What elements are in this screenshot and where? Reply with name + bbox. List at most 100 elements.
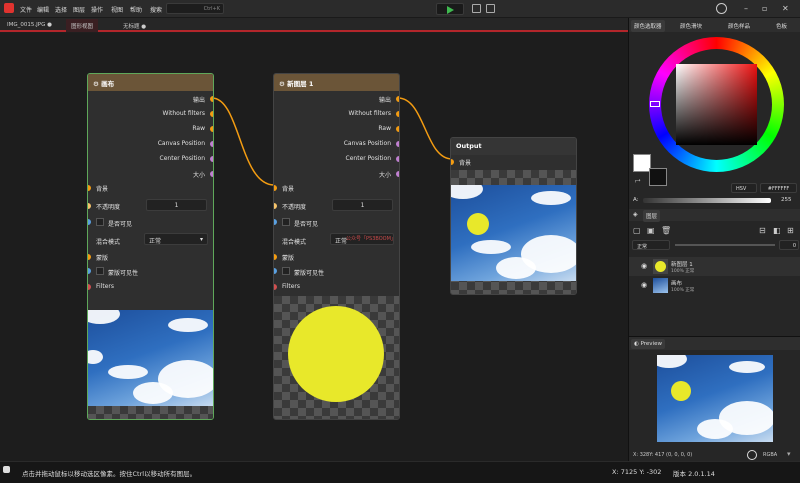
background-port[interactable] [88, 185, 91, 191]
color-sample-icon[interactable] [747, 450, 757, 460]
wire-canvas-to-layer [211, 97, 275, 186]
alpha-value: 255 [781, 197, 792, 203]
close-icon[interactable]: ✕ [782, 4, 789, 13]
eye-icon[interactable]: ◉ [641, 281, 647, 289]
visible-checkbox[interactable] [282, 218, 290, 226]
background-input-label: 背景 [282, 186, 295, 193]
output-node-header[interactable]: Output [451, 138, 576, 155]
output-background-port[interactable] [451, 159, 454, 165]
new-layer-icon[interactable]: ▢ [633, 226, 641, 235]
mask-visible-checkbox[interactable] [282, 267, 290, 275]
layout-icon[interactable] [486, 4, 495, 13]
status-position: X: 7125 Y: -302 [612, 468, 662, 476]
layer-row[interactable]: ◉ 新图层 1 100% 正常 [629, 257, 800, 276]
eye-icon[interactable]: ◉ [641, 262, 647, 270]
output-node[interactable]: Output 背景 [450, 137, 577, 295]
menu-operation[interactable]: 操作 [91, 5, 103, 14]
visible-port[interactable] [274, 219, 277, 225]
new-group-icon[interactable]: ▣ [647, 226, 655, 235]
menu-help[interactable]: 帮助 [130, 5, 142, 14]
center-position-port[interactable] [396, 156, 399, 162]
minimize-icon[interactable]: – [744, 4, 748, 13]
wire-layer-to-output [397, 97, 453, 160]
color-format: RGBA [763, 452, 778, 458]
dropdown-icon[interactable]: ▾ [787, 450, 791, 458]
center-position-port[interactable] [210, 156, 213, 162]
saturation-value-square[interactable] [676, 64, 757, 145]
size-label: 大小 [378, 172, 391, 179]
raw-port[interactable] [396, 126, 399, 132]
canvas-position-port[interactable] [396, 141, 399, 147]
hue-handle[interactable] [650, 101, 660, 107]
maximize-icon[interactable]: ▫ [762, 4, 767, 13]
opacity-port[interactable] [88, 203, 91, 209]
layers-header: ◈ 图层 [629, 209, 800, 222]
raw-port[interactable] [210, 126, 213, 132]
menu-layer[interactable]: 图层 [73, 5, 85, 14]
alpha-slider[interactable] [643, 198, 771, 203]
background-port[interactable] [274, 185, 277, 191]
canvas-position-port[interactable] [210, 141, 213, 147]
size-port[interactable] [210, 171, 213, 177]
layers-icon: ◈ [633, 211, 638, 218]
menu-edit[interactable]: 编辑 [37, 5, 49, 14]
search-input[interactable]: Ctrl+K [166, 3, 224, 14]
without-filters-port[interactable] [396, 111, 399, 117]
canvas-node-header[interactable]: ⚙ 画布 [88, 74, 213, 91]
secondary-color-swatch[interactable] [649, 168, 667, 186]
layer-row[interactable]: ◉ 画布 100% 正常 [629, 276, 800, 295]
tab-untitled[interactable]: 无标题 ● [118, 19, 151, 32]
output-port-label: 输出 [378, 97, 391, 104]
visible-port[interactable] [88, 219, 91, 225]
visible-checkbox[interactable] [96, 218, 104, 226]
tab-swatches[interactable]: 色板 [773, 20, 790, 32]
output-port[interactable] [396, 96, 399, 102]
size-port[interactable] [396, 171, 399, 177]
canvas-node[interactable]: ⚙ 画布 输出 Without filters Raw Canvas Posit… [87, 73, 214, 420]
mask-visible-checkbox[interactable] [96, 267, 104, 275]
tab-color-picker[interactable]: 颜色选取器 [631, 20, 665, 32]
tab-preview[interactable]: ◐ Preview [631, 339, 665, 349]
layer-node-header[interactable]: ⚙ 新图层 1 [274, 74, 399, 91]
node-canvas[interactable]: ⚙ 画布 输出 Without filters Raw Canvas Posit… [0, 33, 628, 461]
layer-node[interactable]: ⚙ 新图层 1 输出 Without filters Raw Canvas Po… [273, 73, 400, 420]
filters-port[interactable] [88, 284, 91, 290]
output-port[interactable] [210, 96, 213, 102]
swap-colors-icon[interactable]: ⮣ [635, 176, 641, 185]
mask-port[interactable] [274, 254, 277, 260]
layer-opacity-slider[interactable] [675, 244, 775, 246]
user-icon[interactable] [716, 3, 727, 14]
tab-img[interactable]: IMG_0015.JPG ● [2, 19, 57, 32]
hex-input[interactable]: #FFFFFF [760, 183, 797, 193]
opacity-input[interactable]: 1 [332, 199, 393, 211]
filters-port[interactable] [274, 284, 277, 290]
mask-visible-port[interactable] [88, 268, 91, 274]
mask-icon[interactable]: ◧ [773, 226, 781, 235]
tab-color-sliders[interactable]: 颜色滑块 [677, 20, 705, 32]
layer-opacity-input[interactable]: 0 [779, 240, 799, 250]
tab-color-samples[interactable]: 颜色样品 [725, 20, 753, 32]
mask-visible-label: 蒙版可见性 [294, 270, 325, 277]
opacity-port[interactable] [274, 203, 277, 209]
mask-port[interactable] [88, 254, 91, 260]
without-filters-port[interactable] [210, 111, 213, 117]
lock-icon[interactable]: ⊟ [759, 226, 766, 235]
run-button[interactable] [436, 3, 464, 15]
tab-graph-view[interactable]: 图形视图 [66, 19, 99, 32]
layer-blend-select[interactable]: 正常 [632, 240, 670, 250]
delete-layer-icon[interactable]: 🗑 [661, 226, 671, 235]
layer-settings-icon[interactable]: ⊞ [787, 226, 794, 235]
play-icon [447, 6, 454, 14]
menu-view[interactable]: 视图 [111, 5, 123, 14]
node-graph-icon[interactable] [472, 4, 481, 13]
menu-select[interactable]: 选择 [55, 5, 67, 14]
opacity-input[interactable]: 1 [146, 199, 207, 211]
color-mode-select[interactable]: HSV [731, 183, 757, 193]
layers-title[interactable]: 图层 [643, 210, 661, 222]
hue-wheel[interactable] [649, 37, 784, 172]
chevron-down-icon: ▾ [199, 236, 203, 243]
menu-file[interactable]: 文件 [20, 5, 32, 14]
mask-visible-port[interactable] [274, 268, 277, 274]
filters-label: Filters [96, 283, 114, 290]
blend-mode-select[interactable]: 正常 ▾ [144, 233, 208, 245]
